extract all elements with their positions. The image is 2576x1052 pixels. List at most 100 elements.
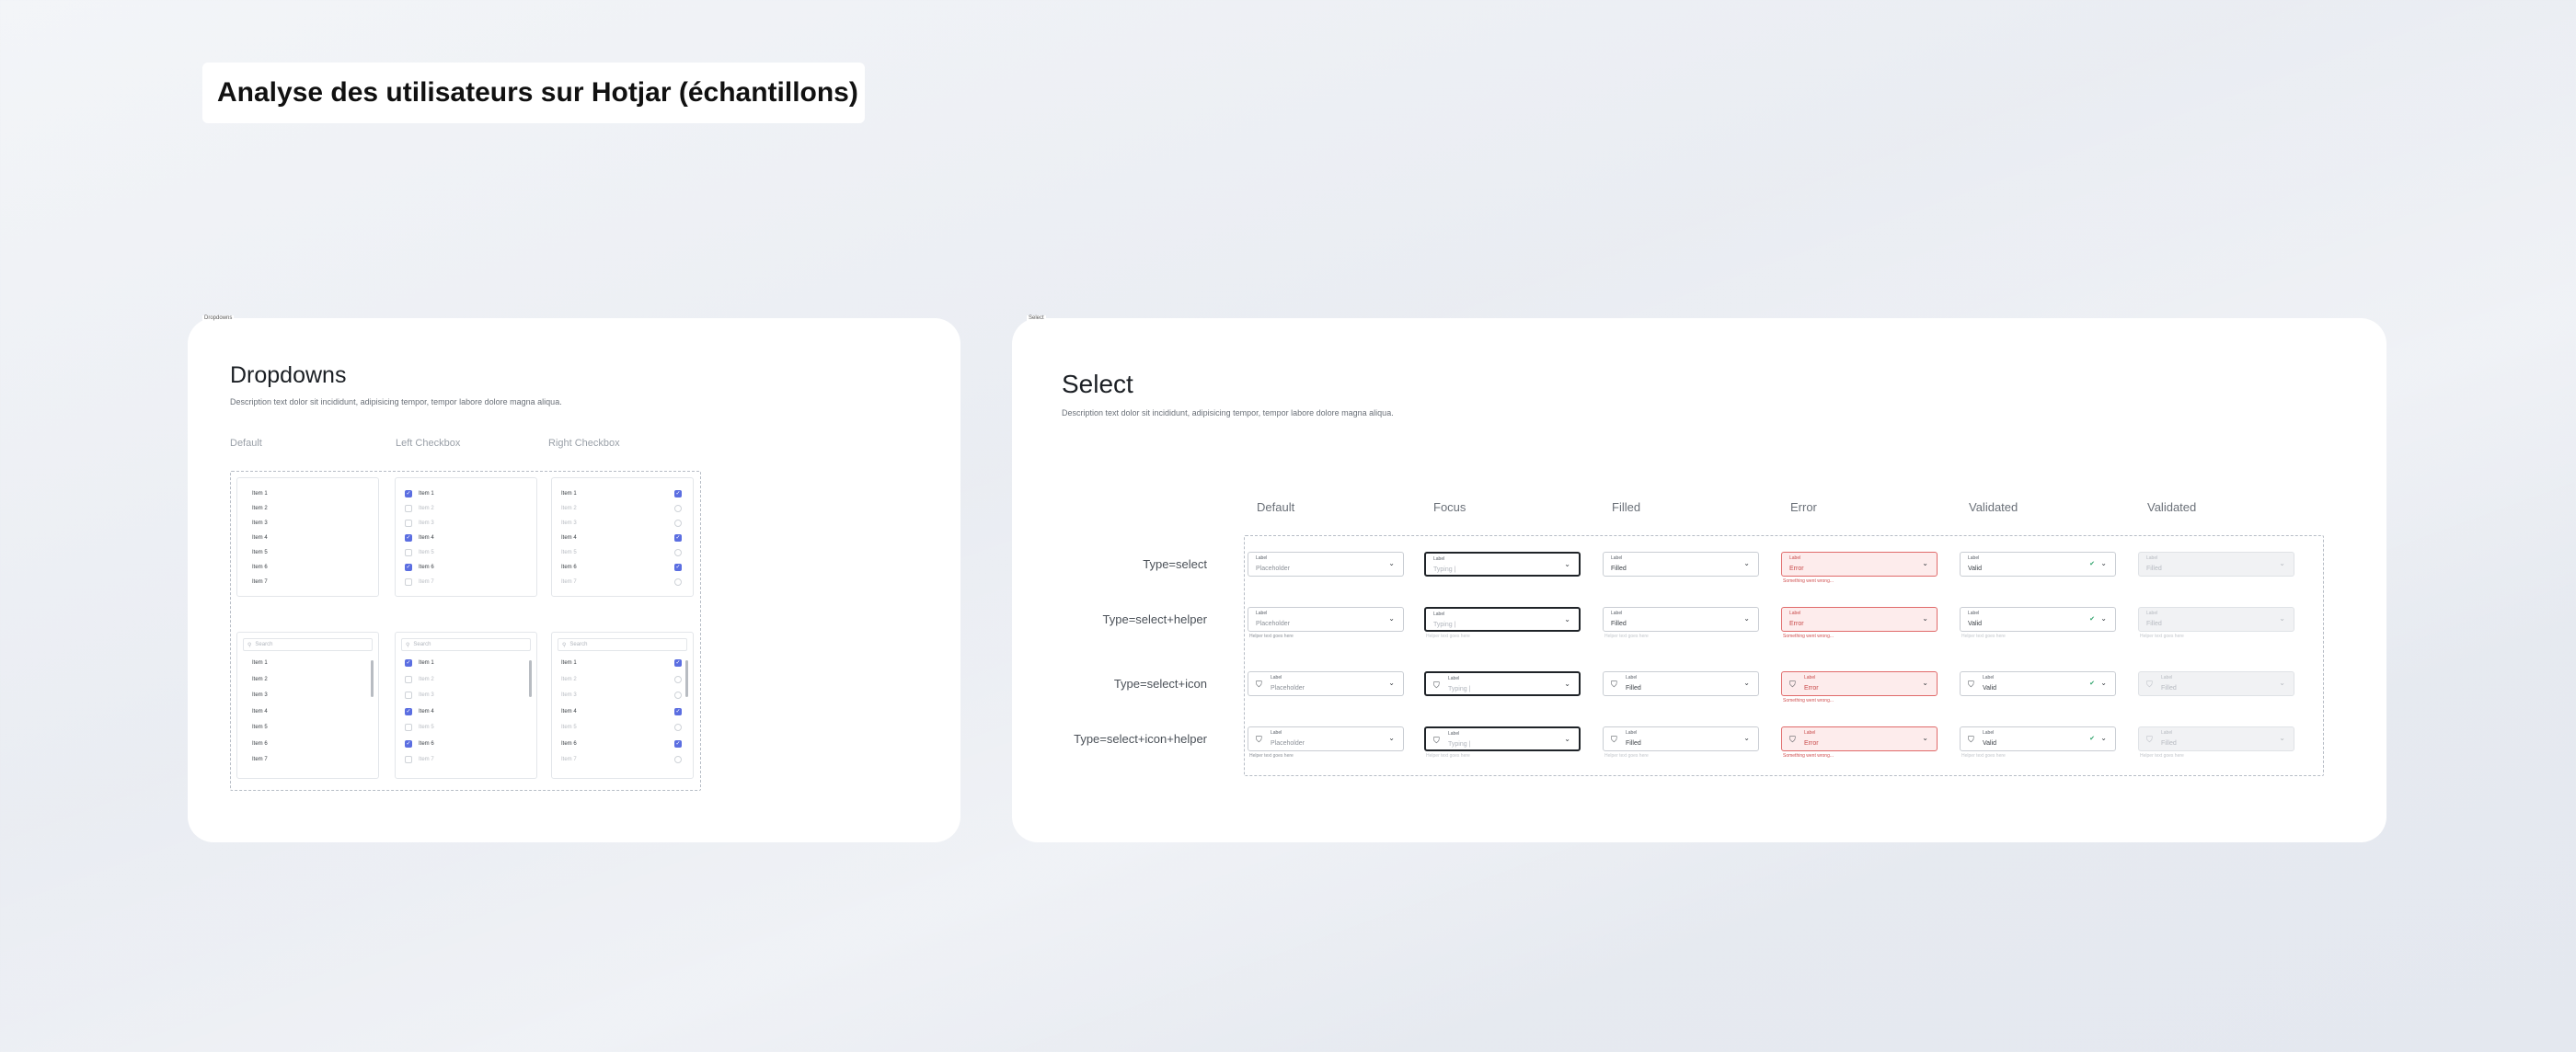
select-field-default[interactable]: Label Placeholder ⌄ [1248,552,1404,577]
checkbox[interactable]: ✓ [405,490,412,497]
checkbox[interactable] [674,549,682,556]
select-field-default[interactable]: ⛉ Label Placeholder ⌄ [1248,671,1404,696]
select-field-validated[interactable]: ⛉ Label Valid ✔ ⌄ [1960,726,2116,751]
list-item[interactable]: Item 3 [552,517,693,530]
list-item[interactable]: Item 6 [237,738,378,750]
list-item[interactable]: ✓ Item 1 [396,657,536,669]
select-field-validated[interactable]: ⛉ Label Valid ✔ ⌄ [1960,671,2116,696]
select-field-validated[interactable]: Label Valid ✔ ⌄ [1960,607,2116,632]
checkbox[interactable] [405,675,412,683]
list-item[interactable]: Item 4 ✓ [552,705,693,718]
checkbox[interactable] [674,675,682,683]
checkbox[interactable]: ✓ [674,564,682,571]
select-field-filled[interactable]: ⛉ Label Filled ⌄ [1603,671,1759,696]
list-item[interactable]: Item 4 ✓ [552,532,693,544]
list-item[interactable]: ✓ Item 6 [396,561,536,574]
checkbox[interactable]: ✓ [405,564,412,571]
list-item[interactable]: Item 3 [396,517,536,530]
checkbox[interactable]: ✓ [674,739,682,748]
list-item[interactable]: Item 5 [552,721,693,734]
list-item[interactable]: Item 7 [237,576,378,589]
page-title: Analyse des utilisateurs sur Hotjar (éch… [217,77,858,108]
list-item[interactable]: Item 2 [237,673,378,686]
select-field-error[interactable]: Label Error ⌄ [1781,607,1938,632]
list-item[interactable]: ✓ Item 4 [396,532,536,544]
list-item[interactable]: Item 4 [237,532,378,544]
checkbox[interactable] [674,520,682,527]
list-item[interactable]: Item 2 [552,673,693,686]
checkbox[interactable]: ✓ [405,659,412,667]
checkbox[interactable]: ✓ [674,534,682,542]
list-item[interactable]: Item 3 [552,689,693,702]
checkbox[interactable]: ✓ [674,707,682,715]
select-field-focus[interactable]: ⛉ Label Typing | ⌄ [1424,671,1581,696]
list-item[interactable]: Item 2 [552,502,693,515]
list-item[interactable]: Item 7 [237,753,378,766]
list-item[interactable]: ✓ Item 4 [396,705,536,718]
checkbox[interactable] [674,578,682,586]
select-field-filled[interactable]: ⛉ Label Filled ⌄ [1603,726,1759,751]
list-item[interactable]: Item 7 [552,753,693,766]
select-field-focus[interactable]: Label Typing | ⌄ [1424,607,1581,632]
list-item[interactable]: Item 3 [237,689,378,702]
checkbox[interactable] [405,520,412,527]
list-item[interactable]: Item 1 [237,487,378,500]
frame-tag: Dropdowns [202,315,235,321]
list-item[interactable]: Item 7 [396,576,536,589]
list-item[interactable]: Item 6 [237,561,378,574]
list-item[interactable]: Item 6 ✓ [552,738,693,750]
select-field-error[interactable]: ⛉ Label Error ⌄ [1781,726,1938,751]
select-field-focus[interactable]: ⛉ Label Typing | ⌄ [1424,726,1581,751]
field-value: Valid [1983,685,1997,692]
list-item[interactable]: Item 1 ✓ [552,487,693,500]
select-field-default[interactable]: Label Placeholder ⌄ [1248,607,1404,632]
select-field-validated[interactable]: Label Valid ✔ ⌄ [1960,552,2116,577]
column-header: Error [1790,500,1817,514]
frame-tag: Select [1027,315,1046,321]
select-field-filled[interactable]: Label Filled ⌄ [1603,607,1759,632]
checkbox[interactable] [405,578,412,586]
search-input[interactable]: ⚲ Search [243,638,373,651]
list-item[interactable]: ✓ Item 6 [396,738,536,750]
checkbox[interactable] [405,549,412,556]
select-field-focus[interactable]: Label Typing | ⌄ [1424,552,1581,577]
list-item[interactable]: ✓ Item 1 [396,487,536,500]
list-item[interactable]: Item 5 [396,546,536,559]
checkbox[interactable] [405,724,412,731]
checkbox[interactable]: ✓ [405,707,412,715]
list-item[interactable]: Item 4 [237,705,378,718]
list-item[interactable]: Item 3 [396,689,536,702]
select-field-default[interactable]: ⛉ Label Placeholder ⌄ [1248,726,1404,751]
checkbox[interactable] [674,692,682,699]
checkbox[interactable] [674,756,682,763]
checkbox[interactable]: ✓ [405,739,412,748]
list-item[interactable]: Item 3 [237,517,378,530]
list-item[interactable]: Item 5 [396,721,536,734]
shield-icon: ⛉ [1256,680,1262,689]
checkbox[interactable] [405,756,412,763]
list-item-label: Item 2 [419,676,434,682]
checkbox[interactable] [405,692,412,699]
list-item[interactable]: Item 7 [552,576,693,589]
list-item[interactable]: Item 5 [552,546,693,559]
select-field-error[interactable]: Label Error ⌄ [1781,552,1938,577]
checkbox[interactable]: ✓ [405,534,412,542]
list-item[interactable]: Item 5 [237,721,378,734]
list-item[interactable]: Item 2 [396,673,536,686]
search-input[interactable]: ⚲ Search [401,638,531,651]
checkbox[interactable] [674,505,682,512]
list-item[interactable]: Item 2 [396,502,536,515]
list-item[interactable]: Item 1 [237,657,378,669]
search-input[interactable]: ⚲ Search [558,638,687,651]
checkbox[interactable] [674,724,682,731]
select-field-filled[interactable]: Label Filled ⌄ [1603,552,1759,577]
list-item[interactable]: Item 1 ✓ [552,657,693,669]
list-item[interactable]: Item 2 [237,502,378,515]
list-item[interactable]: Item 6 ✓ [552,561,693,574]
list-item[interactable]: Item 5 [237,546,378,559]
checkbox[interactable]: ✓ [674,490,682,497]
checkbox[interactable] [405,505,412,512]
list-item[interactable]: Item 7 [396,753,536,766]
select-field-error[interactable]: ⛉ Label Error ⌄ [1781,671,1938,696]
checkbox[interactable]: ✓ [674,659,682,667]
